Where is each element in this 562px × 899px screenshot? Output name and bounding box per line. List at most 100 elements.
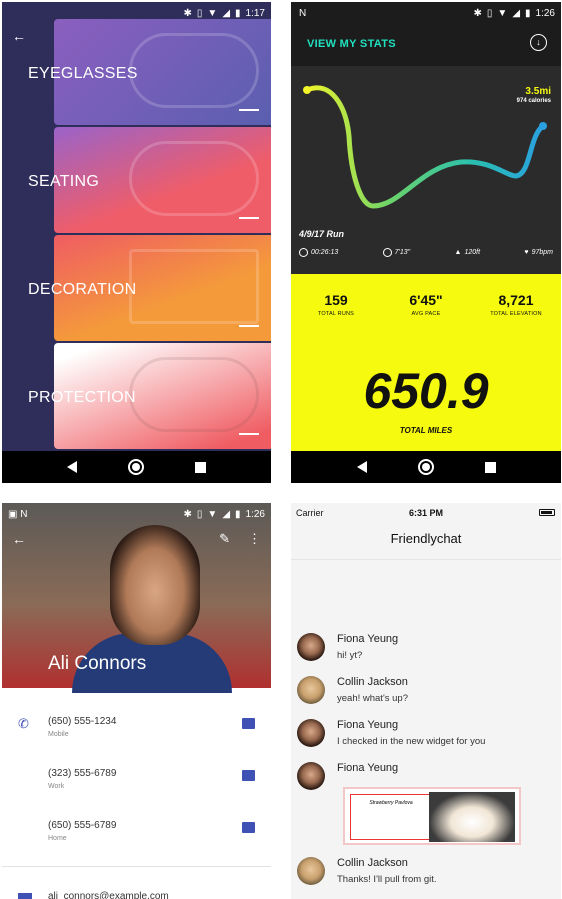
signal-icon: ◢ — [222, 7, 231, 19]
contact-row[interactable]: ✆ (650) 555-1234 Mobile — [2, 706, 271, 758]
battery-icon — [539, 509, 555, 516]
timer-icon — [299, 248, 308, 257]
view-stats-link[interactable]: VIEW MY STATS — [307, 38, 396, 50]
sender-name: Collin Jackson — [337, 857, 408, 869]
nav-home-icon[interactable] — [417, 459, 434, 475]
contact-type: Mobile — [48, 731, 69, 738]
nav-back-icon[interactable] — [67, 461, 78, 473]
card-divider — [239, 109, 259, 111]
wifi-icon: ▼ — [497, 7, 508, 19]
calories-value: 974 calories — [516, 98, 551, 104]
contact-number: (650) 555-6789 — [48, 820, 117, 831]
status-time: 1:26 — [245, 508, 265, 520]
image-icon: ▣ N — [8, 508, 28, 520]
sender-name: Collin Jackson — [337, 676, 408, 688]
category-label: SEATING — [28, 173, 100, 190]
stat-label: TOTAL ELEVATION — [490, 311, 542, 317]
bluetooth-icon: ✱ — [183, 508, 192, 520]
category-list: EYEGLASSES SEATING DECORATION PROTECTION — [2, 19, 271, 451]
message-text: yeah! what's up? — [337, 693, 408, 704]
battery-icon: ▮ — [235, 7, 241, 19]
profile-hero: ▣ N ✱ ▯ ▼ ◢ ▮ 1:26 ← ✎ ⋮ Ali Connors — [2, 503, 271, 693]
phone-icon: ✆ — [18, 716, 29, 731]
sender-name: Fiona Yeung — [337, 719, 399, 731]
sender-name: Fiona Yeung — [337, 633, 399, 645]
run-stats-screen: N ✱ ▯ ▼ ◢ ▮ 1:26 VIEW MY STATS ↓ 3.5mi 9… — [291, 2, 561, 483]
run-elevation-value: 120ft — [464, 249, 481, 256]
run-route-map: 3.5mi 974 calories 4/9/17 Run — [291, 66, 561, 274]
stat-value: 8,721 — [498, 292, 534, 308]
android-nav-bar — [2, 451, 271, 483]
status-time: 1:17 — [245, 7, 265, 19]
status-time: 1:26 — [535, 7, 555, 19]
run-title: 4/9/17 Run — [299, 229, 345, 239]
run-stats-row: 00:26:13 7'13" ▲ 120ft ♥ 97bpm — [299, 248, 553, 257]
total-miles-value: 650.9 — [363, 363, 489, 419]
download-icon[interactable]: ↓ — [530, 34, 547, 51]
nav-back-icon[interactable] — [356, 461, 367, 473]
nav-home-icon[interactable] — [127, 459, 144, 475]
cake-photo — [429, 792, 515, 842]
seating-image — [129, 141, 259, 216]
category-label: PROTECTION — [28, 389, 136, 406]
message-text: Thanks! I'll pull from git. — [337, 874, 437, 885]
nav-recents-icon[interactable] — [484, 461, 496, 473]
category-label: DECORATION — [28, 281, 137, 298]
total-miles-label: TOTAL MILES — [399, 426, 453, 435]
run-elevation: ▲ 120ft — [455, 248, 481, 257]
signal-icon: ◢ — [512, 7, 521, 19]
status-time: 6:31 PM — [408, 508, 443, 518]
profile-photo — [110, 525, 200, 645]
mountain-icon: ▲ — [454, 249, 462, 256]
bluetooth-icon: ✱ — [473, 7, 482, 19]
message-icon[interactable] — [242, 822, 255, 833]
protection-image — [129, 357, 259, 432]
vibrate-icon: ▯ — [196, 7, 203, 19]
app-title: Friendlychat — [390, 531, 462, 546]
notification-icon: N — [299, 7, 307, 19]
card-divider — [239, 433, 259, 435]
totals-panel: 159 TOTAL RUNS 6'45" AVG PACE 8,721 TOTA… — [291, 274, 561, 451]
bluetooth-icon: ✱ — [183, 7, 192, 19]
stat-total-runs: 159 TOTAL RUNS — [291, 292, 381, 317]
contact-row[interactable]: (323) 555-6789 Work — [2, 758, 271, 810]
back-arrow-icon[interactable]: ← — [12, 531, 26, 547]
heart-icon: ♥ — [524, 249, 529, 256]
image-attachment[interactable]: Strawberry Pavlova — [343, 787, 521, 845]
battery-icon: ▮ — [525, 7, 531, 19]
edit-icon[interactable]: ✎ — [219, 531, 230, 547]
card-divider — [239, 325, 259, 327]
more-vert-icon[interactable]: ⋮ — [248, 531, 261, 547]
run-heart-rate-value: 97bpm — [531, 249, 553, 256]
decoration-image — [129, 249, 259, 324]
stat-label: AVG PACE — [411, 311, 441, 317]
contact-number: (323) 555-6789 — [48, 768, 117, 779]
contact-row[interactable]: (650) 555-6789 Home — [2, 810, 271, 862]
shrine-categories-screen: ✱ ▯ ▼ ◢ ▮ 1:17 ← EYEGLASSES SEATING DECO… — [2, 2, 271, 483]
route-start-dot — [303, 86, 311, 94]
vibrate-icon: ▯ — [196, 508, 203, 520]
wifi-icon: ▼ — [207, 508, 218, 520]
contact-email[interactable]: ali_connors@example.com — [48, 891, 169, 899]
run-pace: 7'13" — [382, 248, 411, 257]
contact-profile-screen: ▣ N ✱ ▯ ▼ ◢ ▮ 1:26 ← ✎ ⋮ Ali Connors ✆ (… — [2, 503, 271, 899]
nav-recents-icon[interactable] — [194, 461, 206, 473]
android-nav-bar — [291, 451, 561, 483]
status-bar: ▣ N ✱ ▯ ▼ ◢ ▮ 1:26 — [2, 503, 271, 525]
run-pace-value: 7'13" — [394, 249, 411, 256]
chat-message: Fiona Yeung Strawberry Pavlova — [297, 762, 555, 852]
ios-status-bar: Carrier 6:31 PM — [291, 503, 561, 523]
recipe-card: Strawberry Pavlova — [350, 794, 432, 840]
divider — [2, 866, 271, 867]
clock-icon — [382, 248, 392, 257]
message-text: hi! yt? — [337, 650, 363, 661]
stats-header: VIEW MY STATS ↓ — [291, 24, 561, 66]
message-icon[interactable] — [242, 770, 255, 781]
avatar — [297, 762, 325, 790]
message-icon[interactable] — [242, 718, 255, 729]
email-icon — [18, 893, 32, 899]
signal-icon: ◢ — [222, 508, 231, 520]
category-label: EYEGLASSES — [28, 65, 138, 82]
stat-avg-pace: 6'45" AVG PACE — [381, 292, 471, 317]
avatar — [297, 676, 325, 704]
